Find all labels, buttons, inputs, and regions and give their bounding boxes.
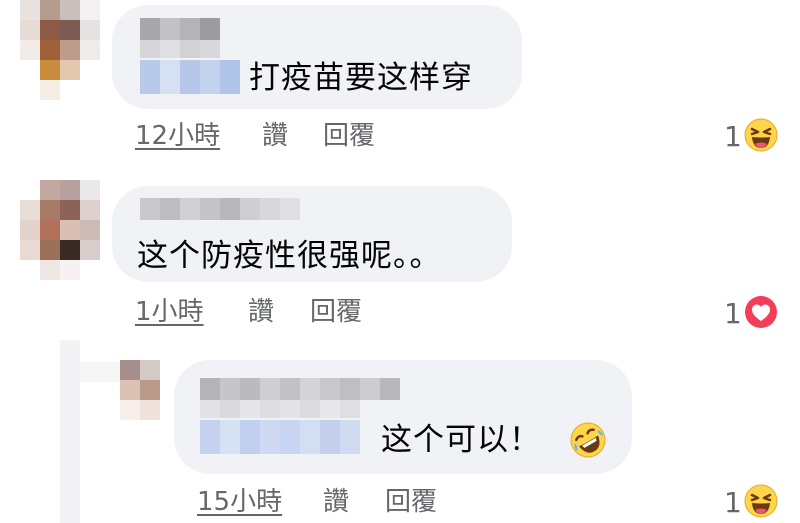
thread-connector-branch xyxy=(80,362,120,382)
reply-button[interactable]: 回覆 xyxy=(385,486,437,518)
laughing-emoji-icon xyxy=(744,118,778,156)
avatar[interactable] xyxy=(20,180,100,280)
like-button[interactable]: 讚 xyxy=(323,486,349,518)
reply-button[interactable]: 回覆 xyxy=(310,296,362,328)
reaction-count: 1 xyxy=(724,486,742,519)
comment-timestamp[interactable]: 15小時 xyxy=(197,486,282,518)
heart-reaction-icon xyxy=(744,295,778,333)
rolling-on-floor-laughing-emoji-icon xyxy=(568,420,608,464)
comment-timestamp[interactable]: 12小時 xyxy=(135,120,220,152)
comment-timestamp[interactable]: 1小時 xyxy=(135,296,204,328)
author-name-redacted[interactable] xyxy=(140,18,220,40)
comment-text: 这个可以！ xyxy=(381,422,541,458)
reaction-summary[interactable]: 1 xyxy=(724,484,778,522)
reaction-summary[interactable]: 1 xyxy=(724,118,778,156)
reaction-summary[interactable]: 1 xyxy=(724,295,778,333)
reply-button[interactable]: 回覆 xyxy=(323,120,375,152)
avatar[interactable] xyxy=(120,360,160,420)
reaction-count: 1 xyxy=(724,297,742,330)
like-button[interactable]: 讚 xyxy=(262,120,288,152)
laughing-emoji-icon xyxy=(744,484,778,522)
mention-tag-redacted[interactable] xyxy=(140,60,240,94)
comment-text: 打疫苗要这样穿 xyxy=(249,60,473,96)
author-name-redacted[interactable] xyxy=(140,198,300,220)
author-name-redacted-lower xyxy=(140,40,220,58)
like-button[interactable]: 讚 xyxy=(248,296,274,328)
mention-tag-redacted[interactable] xyxy=(200,420,360,454)
avatar[interactable] xyxy=(20,0,100,100)
comment-text: 这个防疫性很强呢。。 xyxy=(137,238,442,274)
author-name-redacted-lower xyxy=(200,400,360,418)
reaction-count: 1 xyxy=(724,120,742,153)
author-name-redacted[interactable] xyxy=(200,378,400,400)
thread-connector-line xyxy=(60,340,80,523)
